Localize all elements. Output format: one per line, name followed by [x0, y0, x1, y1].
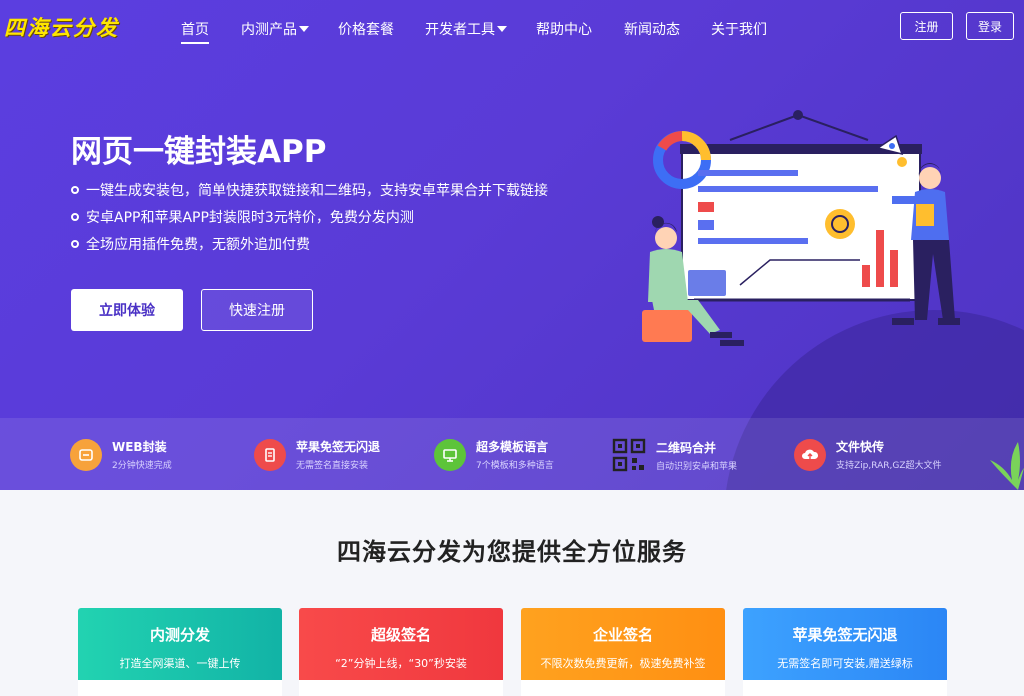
card-body: [78, 680, 282, 696]
card-header: 企业签名 不限次数免费更新，极速免费补签: [521, 608, 725, 680]
service-card-super-sign[interactable]: 超级签名 “2”分钟上线，“30”秒安装: [299, 608, 503, 696]
strip-item-templates[interactable]: 超多模板语言 7个模板和多种语言: [434, 438, 554, 471]
service-card-apple-nosign[interactable]: 苹果免签无闪退 无需签名即可安装,赠送绿标: [743, 608, 947, 696]
plant-decoration: [990, 442, 1024, 490]
nav-item-beta-products[interactable]: 内测产品: [241, 19, 309, 39]
nav-label: 首页: [181, 22, 209, 38]
strip-item-apple-nosign[interactable]: 苹果免签无闪退 无需签名直接安装: [254, 438, 380, 471]
login-button[interactable]: 登录: [966, 12, 1014, 40]
hero-feature-text: 安卓APP和苹果APP封装限时3元特价，免费分发内测: [86, 209, 414, 226]
top-nav: 四海云分发 首页 内测产品 价格套餐 开发者工具 帮助中心 新闻动态 关于我们 …: [0, 0, 1024, 58]
cloud-upload-icon: [794, 438, 826, 471]
nav-label: 开发者工具: [425, 22, 495, 38]
strip-desc: 2分钟快速完成: [112, 461, 172, 471]
card-title: 内测分发: [149, 626, 210, 644]
hero-feature-list: 一键生成安装包，简单快捷获取链接和二维码，支持安卓苹果合并下载链接 安卓APP和…: [71, 176, 548, 257]
hero-feature-item: 一键生成安装包，简单快捷获取链接和二维码，支持安卓苹果合并下载链接: [71, 176, 548, 203]
card-subtitle: 无需签名即可安装,赠送绿标: [777, 657, 913, 670]
try-now-button[interactable]: 立即体验: [71, 289, 183, 331]
card-body: [521, 680, 725, 696]
card-title: 苹果免签无闪退: [792, 626, 898, 644]
nav-label: 价格套餐: [338, 22, 394, 38]
template-icon: [434, 438, 466, 471]
nav-item-home[interactable]: 首页: [181, 19, 209, 44]
register-button[interactable]: 注册: [900, 12, 953, 40]
hero-feature-text: 全场应用插件免费，无额外追加付费: [86, 236, 310, 253]
card-header: 超级签名 “2”分钟上线，“30”秒安装: [299, 608, 503, 680]
card-header: 内测分发 打造全网渠道、一键上传: [78, 608, 282, 680]
nav-label: 内测产品: [241, 22, 297, 38]
qrcode-icon: [612, 438, 646, 472]
bullet-icon: [71, 212, 79, 221]
nav-label: 帮助中心: [536, 22, 592, 38]
card-title: 超级签名: [370, 626, 431, 644]
bullet-icon: [71, 185, 79, 194]
strip-item-file-transfer[interactable]: 文件快传 支持Zip,RAR,GZ超大文件: [794, 438, 942, 471]
hero-feature-item: 安卓APP和苹果APP封装限时3元特价，免费分发内测: [71, 203, 548, 230]
card-body: [743, 680, 947, 696]
brand-logo[interactable]: 四海云分发: [4, 12, 119, 42]
strip-title: 超多模板语言: [476, 440, 549, 454]
strip-desc: 自动识别安卓和苹果: [656, 461, 738, 472]
services-title: 四海云分发为您提供全方位服务: [337, 538, 687, 566]
card-body: [299, 680, 503, 696]
hero-illustration: [642, 110, 960, 346]
card-subtitle: 不限次数免费更新，极速免费补签: [540, 657, 706, 670]
nav-label: 关于我们: [711, 22, 767, 38]
nav-item-news[interactable]: 新闻动态: [624, 19, 680, 39]
hero-title: 网页一键封装APP: [71, 134, 327, 170]
hero-feature-item: 全场应用插件免费，无额外追加付费: [71, 230, 548, 257]
web-wrap-icon: [70, 438, 102, 471]
chevron-down-icon: [299, 26, 309, 32]
quick-register-button[interactable]: 快速注册: [201, 289, 313, 331]
strip-desc: 支持Zip,RAR,GZ超大文件: [836, 461, 942, 471]
card-subtitle: “2”分钟上线，“30”秒安装: [335, 657, 467, 670]
service-card-enterprise-sign[interactable]: 企业签名 不限次数免费更新，极速免费补签: [521, 608, 725, 696]
apple-nosign-icon: [254, 438, 286, 471]
strip-item-qrcode[interactable]: 二维码合并 自动识别安卓和苹果: [612, 438, 737, 472]
chevron-down-icon: [497, 26, 507, 32]
nav-item-pricing[interactable]: 价格套餐: [338, 19, 394, 39]
feature-strip: WEB封装 2分钟快速完成 苹果免签无闪退 无需签名直接安装 超多模板语言 7个…: [0, 418, 1024, 490]
card-subtitle: 打造全网渠道、一键上传: [119, 657, 241, 670]
card-header: 苹果免签无闪退 无需签名即可安装,赠送绿标: [743, 608, 947, 680]
hero-banner: 四海云分发 首页 内测产品 价格套餐 开发者工具 帮助中心 新闻动态 关于我们 …: [0, 0, 1024, 490]
strip-title: 文件快传: [836, 440, 885, 454]
nav-label: 新闻动态: [624, 22, 680, 38]
nav-item-about[interactable]: 关于我们: [711, 19, 767, 39]
hero-feature-text: 一键生成安装包，简单快捷获取链接和二维码，支持安卓苹果合并下载链接: [86, 182, 548, 199]
service-card-beta-distribution[interactable]: 内测分发 打造全网渠道、一键上传: [78, 608, 282, 696]
strip-desc: 7个模板和多种语言: [476, 461, 554, 471]
strip-desc: 无需签名直接安装: [296, 461, 369, 471]
bullet-icon: [71, 239, 79, 248]
strip-title: WEB封装: [112, 440, 167, 454]
card-title: 企业签名: [592, 626, 653, 644]
nav-item-dev-tools[interactable]: 开发者工具: [425, 19, 507, 39]
nav-item-help[interactable]: 帮助中心: [536, 19, 592, 39]
strip-item-web-wrap[interactable]: WEB封装 2分钟快速完成: [70, 438, 172, 471]
strip-title: 二维码合并: [656, 440, 717, 455]
strip-title: 苹果免签无闪退: [296, 440, 381, 454]
